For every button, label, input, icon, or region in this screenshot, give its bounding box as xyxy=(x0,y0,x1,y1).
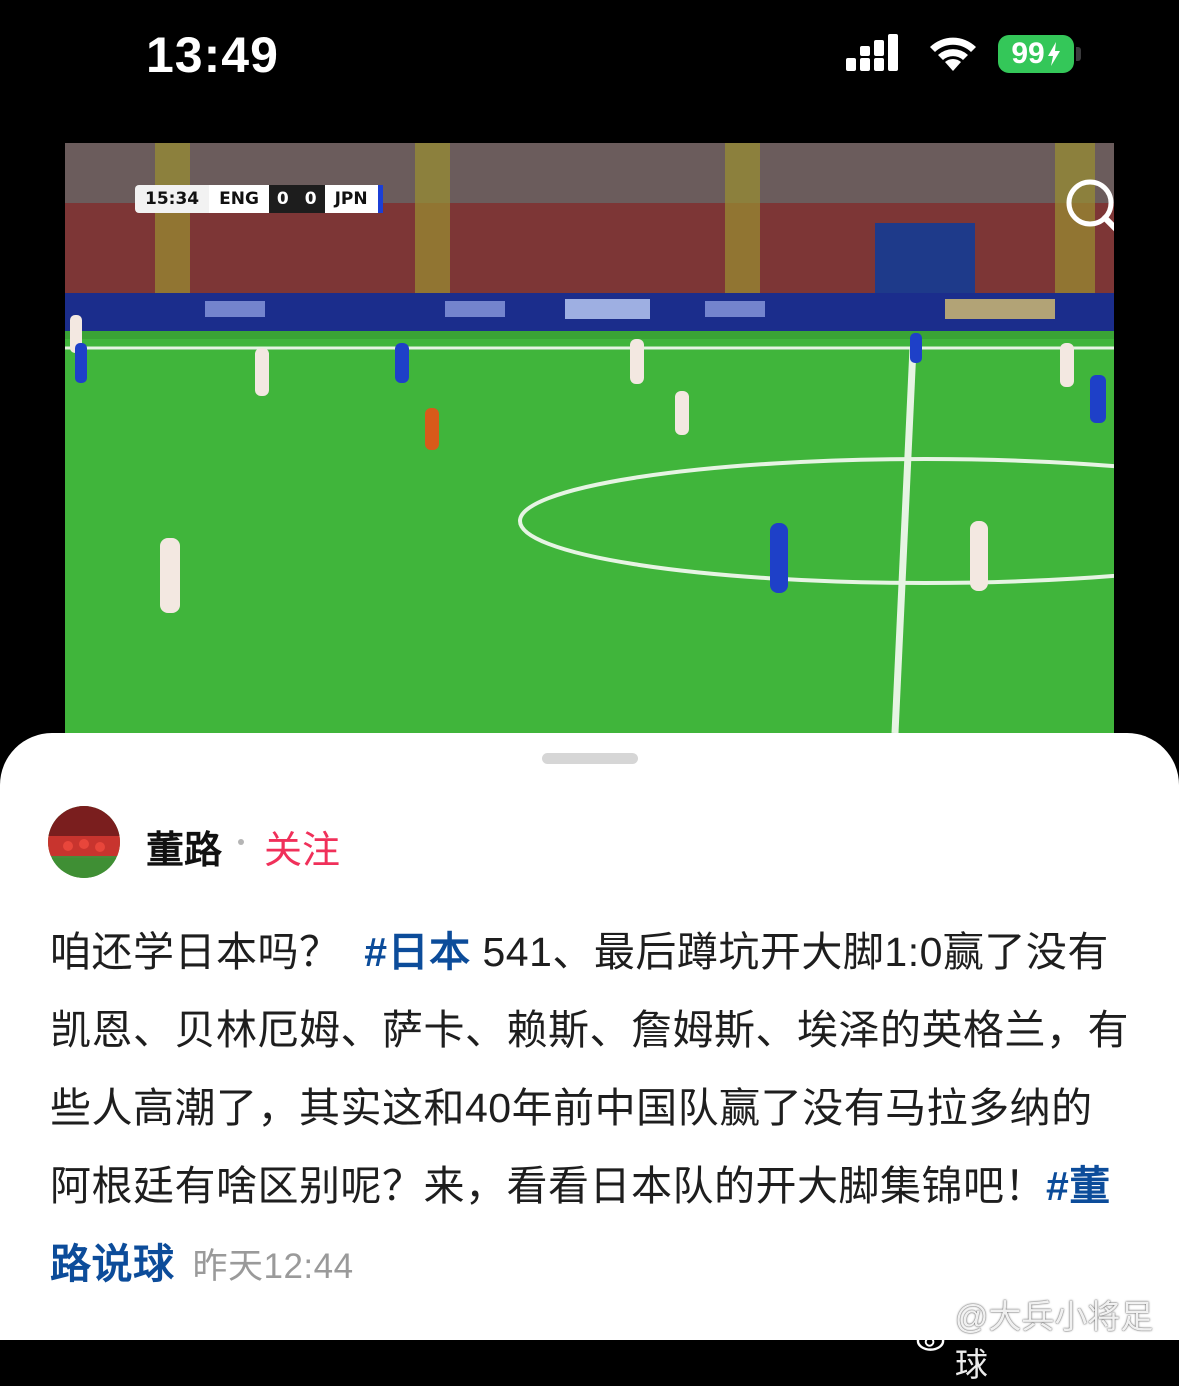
watermark: @大兵小将足球 xyxy=(916,1290,1179,1386)
separator-dot xyxy=(238,839,244,845)
avatar[interactable] xyxy=(48,806,120,878)
charging-bolt-icon xyxy=(1047,42,1060,66)
home-score: 0 xyxy=(268,185,297,213)
match-clock: 15:34 xyxy=(135,185,210,213)
sheet-grabber[interactable] xyxy=(542,753,638,764)
away-team: JPN xyxy=(324,185,383,213)
watermark-text: @大兵小将足球 xyxy=(954,1298,1154,1383)
wifi-icon xyxy=(930,37,976,71)
username[interactable]: 董路 xyxy=(146,819,222,874)
match-frame xyxy=(65,143,1114,733)
post-intro: 咱还学日本吗？ xyxy=(50,929,341,975)
post-timestamp: 昨天12:44 xyxy=(192,1247,354,1286)
post-sheet: 董路 关注 咱还学日本吗？ #日本 541、最后蹲坑开大脚1:0赢了没有凯恩、贝… xyxy=(0,733,1179,1340)
status-time: 13:49 xyxy=(146,27,279,83)
follow-button[interactable]: 关注 xyxy=(264,819,340,874)
avatar-image xyxy=(48,806,120,878)
away-score: 0 xyxy=(296,185,325,213)
video-player[interactable]: 15:34 ENG 0 0 JPN xyxy=(65,143,1114,733)
status-bar: 13:49 99 xyxy=(0,0,1179,110)
battery-indicator: 99 xyxy=(998,35,1074,73)
weibo-logo-icon xyxy=(916,1326,950,1351)
post-text: 咱还学日本吗？ #日本 541、最后蹲坑开大脚1:0赢了没有凯恩、贝林厄姆、萨卡… xyxy=(50,913,1130,1306)
match-scoreboard: 15:34 ENG 0 0 JPN xyxy=(135,185,383,213)
search-icon[interactable] xyxy=(1060,173,1114,243)
home-team: ENG xyxy=(209,185,269,213)
battery-level: 99 xyxy=(1011,37,1045,70)
cellular-signal-icon xyxy=(846,34,898,71)
hashtag-japan[interactable]: #日本 xyxy=(364,929,470,975)
battery-nub xyxy=(1076,47,1081,61)
